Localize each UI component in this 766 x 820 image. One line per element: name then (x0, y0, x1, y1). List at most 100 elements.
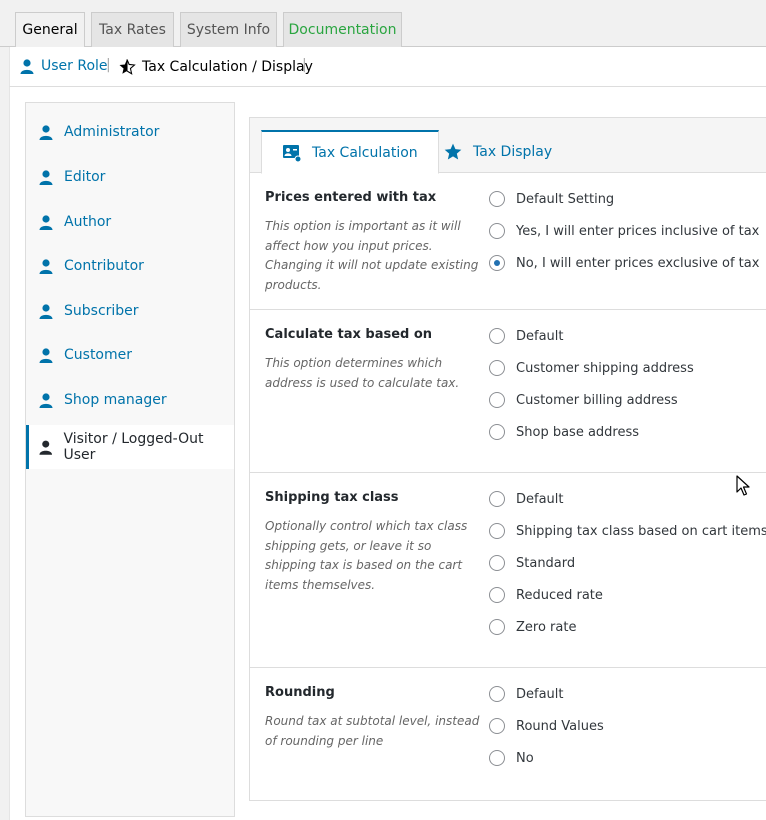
role-editor[interactable]: Editor (26, 155, 234, 199)
tab-tax-display[interactable]: Tax Display (423, 130, 572, 174)
option-label: Default (516, 686, 564, 702)
option-label: Standard (516, 555, 576, 571)
radio-option[interactable]: Default (489, 328, 564, 344)
user-icon (39, 170, 53, 185)
radio-option[interactable]: No (489, 750, 534, 766)
radio-option[interactable]: Shipping tax class based on cart items (489, 523, 766, 539)
user-icon (39, 304, 53, 319)
option-label: Round Values (516, 718, 604, 734)
section-description: Optionally control which tax class shipp… (265, 519, 468, 592)
tax-calculation-display-label: Tax Calculation / Display (142, 59, 313, 75)
tab-tax-calculation[interactable]: Tax Calculation (261, 130, 439, 174)
user-role-link[interactable]: User Role (19, 58, 108, 74)
radio-button[interactable] (489, 424, 505, 440)
panel-tab-bar: Tax Calculation Tax Display (250, 118, 766, 174)
section-description: This option determines which address is … (265, 356, 460, 390)
radio-button[interactable] (489, 491, 505, 507)
option-label: Shipping tax class based on cart items (516, 523, 766, 539)
main-content: Administrator Editor Author Contributor … (9, 87, 766, 820)
role-label: Author (64, 214, 112, 230)
tab-label: Tax Display (473, 144, 553, 160)
radio-button[interactable] (489, 360, 505, 376)
radio-option[interactable]: No, I will enter prices exclusive of tax (489, 255, 759, 271)
role-label: Subscriber (64, 303, 139, 319)
separator: | (106, 57, 111, 73)
radio-option[interactable]: Zero rate (489, 619, 576, 635)
option-label: Yes, I will enter prices inclusive of ta… (516, 223, 760, 239)
radio-option[interactable]: Yes, I will enter prices inclusive of ta… (489, 223, 759, 239)
option-label: Reduced rate (516, 587, 603, 603)
radio-option[interactable]: Default (489, 491, 564, 507)
role-subscriber[interactable]: Subscriber (26, 289, 234, 333)
section-title: Rounding (265, 685, 335, 700)
radio-button[interactable] (489, 392, 505, 408)
radio-button[interactable] (489, 223, 505, 239)
radio-button[interactable] (489, 191, 505, 207)
radio-option[interactable]: Shop base address (489, 424, 639, 440)
user-role-label: User Role (41, 58, 108, 74)
tab-tax-rates[interactable]: Tax Rates (91, 12, 174, 48)
section-calculate-tax-based-on: Calculate tax based on This option deter… (250, 310, 766, 473)
tab-documentation[interactable]: Documentation (283, 12, 402, 48)
radio-option[interactable]: Customer billing address (489, 392, 678, 408)
separator: | (302, 57, 307, 73)
user-icon (39, 125, 53, 140)
option-label: Default (516, 328, 564, 344)
section-title: Prices entered with tax (265, 190, 437, 205)
radio-option[interactable]: Default Setting (489, 191, 614, 207)
role-sidebar: Administrator Editor Author Contributor … (25, 102, 235, 817)
section-shipping-tax-class: Shipping tax class Optionally control wh… (250, 473, 766, 668)
radio-button[interactable] (489, 523, 505, 539)
section-title: Shipping tax class (265, 490, 399, 505)
settings-panel: Tax Calculation Tax Display Prices enter… (249, 117, 766, 801)
option-label: Customer billing address (516, 392, 678, 408)
radio-button[interactable] (489, 255, 505, 271)
role-label: Editor (64, 169, 106, 185)
role-label: Shop manager (64, 392, 167, 408)
option-label: Default (516, 491, 564, 507)
radio-button[interactable] (489, 328, 505, 344)
section-prices-entered-with-tax: Prices entered with tax This option is i… (250, 173, 766, 310)
radio-option[interactable]: Customer shipping address (489, 360, 694, 376)
section-description: This option is important as it will affe… (265, 219, 479, 292)
tax-calculation-display-link[interactable]: Tax Calculation / Display (118, 58, 313, 76)
user-icon (39, 215, 53, 230)
calculator-icon (283, 144, 302, 162)
role-visitor-logged-out-user[interactable]: Visitor / Logged-Out User (26, 425, 234, 469)
section-title: Calculate tax based on (265, 327, 433, 342)
user-icon (20, 59, 34, 74)
option-label: No, I will enter prices exclusive of tax (516, 255, 760, 271)
user-icon (39, 393, 53, 408)
option-label: No (516, 750, 534, 766)
tab-system-info[interactable]: System Info (180, 12, 277, 48)
radio-option[interactable]: Default (489, 686, 564, 702)
role-administrator[interactable]: Administrator (26, 110, 234, 154)
radio-button[interactable] (489, 587, 505, 603)
sub-navigation: User Role | Tax Calculation / Display | (9, 47, 766, 87)
tab-label: Tax Calculation (312, 144, 418, 161)
role-shop-manager[interactable]: Shop manager (26, 378, 234, 422)
radio-option[interactable]: Standard (489, 555, 575, 571)
section-description: Round tax at subtotal level, instead of … (265, 714, 480, 748)
role-label: Customer (64, 347, 133, 363)
user-icon (39, 259, 53, 274)
section-rounding: Rounding Round tax at subtotal level, in… (250, 668, 766, 801)
radio-option[interactable]: Round Values (489, 718, 604, 734)
mouse-cursor-icon (736, 475, 750, 496)
tab-general[interactable]: General (15, 12, 85, 48)
radio-option[interactable]: Reduced rate (489, 587, 603, 603)
option-label: Customer shipping address (516, 360, 694, 376)
radio-button[interactable] (489, 619, 505, 635)
role-label: Contributor (64, 258, 144, 274)
radio-button[interactable] (489, 750, 505, 766)
role-contributor[interactable]: Contributor (26, 244, 234, 288)
radio-button[interactable] (489, 686, 505, 702)
user-icon (39, 348, 53, 363)
role-label: Administrator (64, 124, 160, 140)
role-author[interactable]: Author (26, 200, 234, 244)
radio-button[interactable] (489, 718, 505, 734)
user-icon (39, 440, 53, 455)
role-customer[interactable]: Customer (26, 333, 234, 377)
radio-button[interactable] (489, 555, 505, 571)
option-label: Default Setting (516, 191, 615, 207)
